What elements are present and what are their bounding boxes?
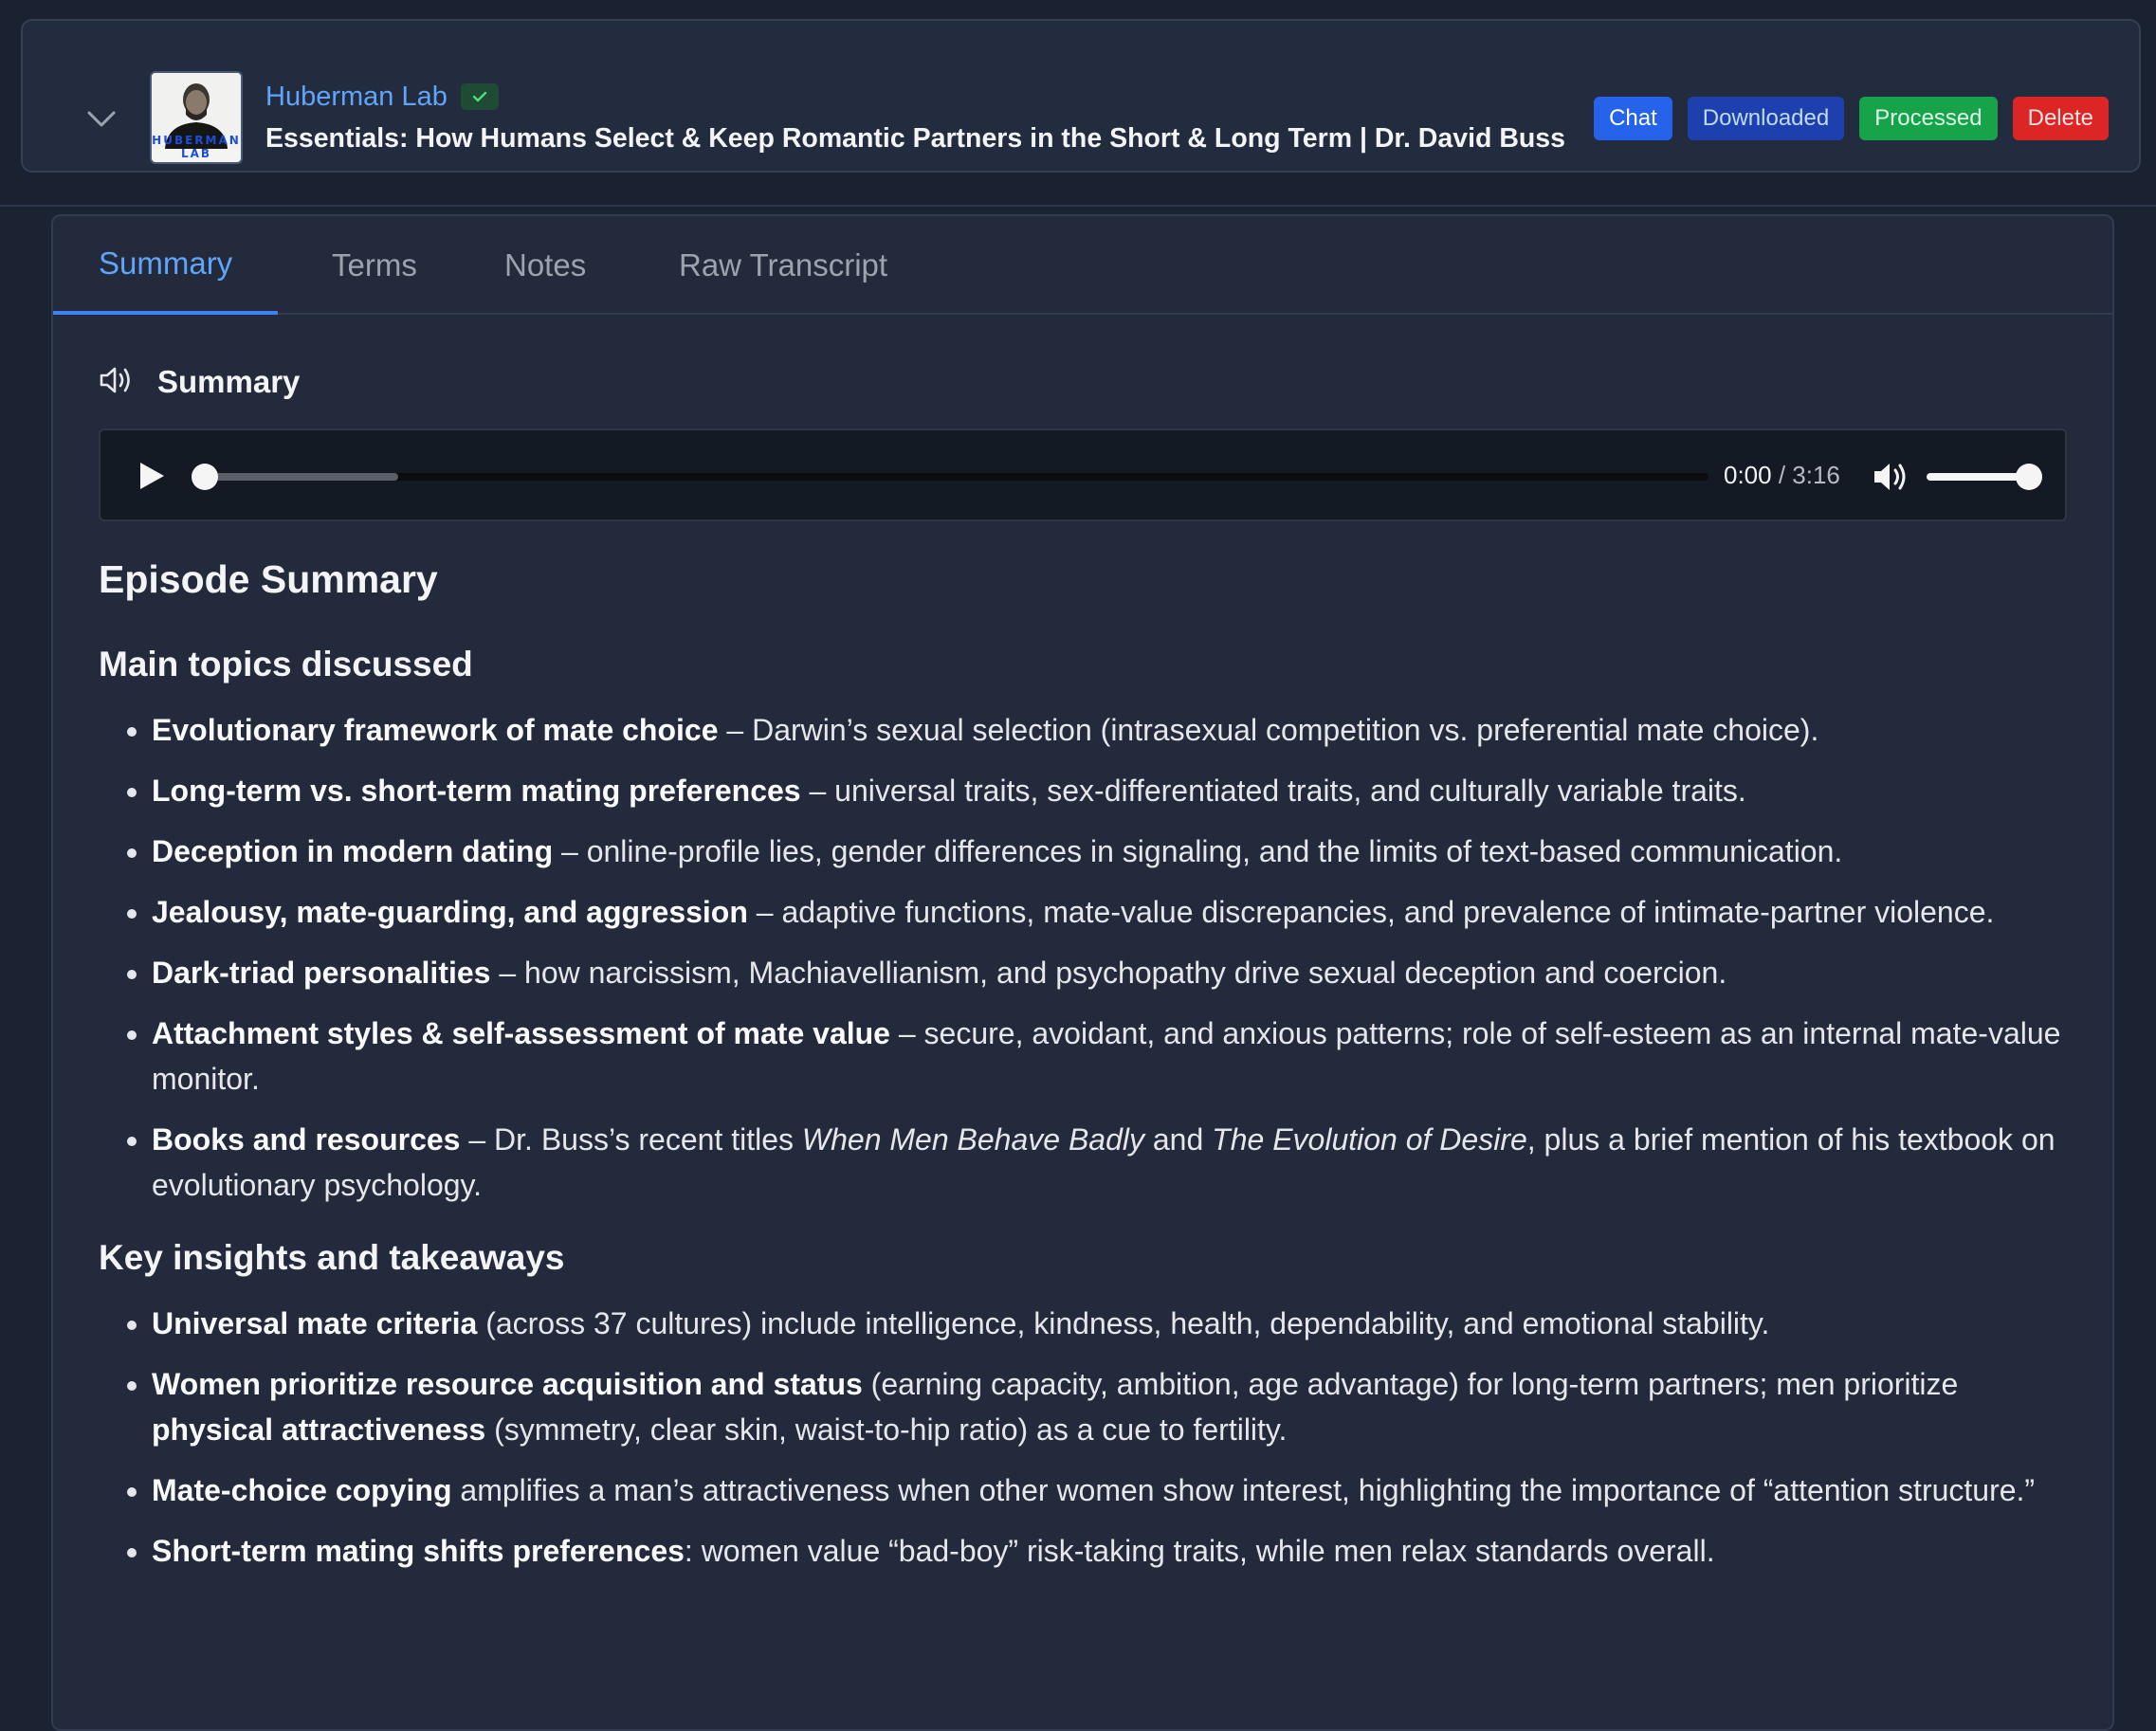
list-item: Attachment styles & self-assessment of m… xyxy=(152,1011,2080,1102)
divider xyxy=(0,205,2156,207)
seek-bar[interactable] xyxy=(203,473,1708,481)
play-icon[interactable] xyxy=(135,460,167,492)
topics-list: Evolutionary framework of mate choice – … xyxy=(99,707,2080,1208)
audio-player: 0:00 / 3:16 xyxy=(99,428,2067,521)
list-item: Short-term mating shifts preferences: wo… xyxy=(152,1528,2080,1574)
episode-actions: Chat Downloaded Processed Delete xyxy=(1594,97,2109,140)
tab-bar: Summary Terms Notes Raw Transcript xyxy=(53,216,2112,315)
summary-section-header: Summary xyxy=(99,358,300,406)
episode-header-card: HUBERMAN LAB Huberman Lab Essentials: Ho… xyxy=(21,19,2141,173)
channel-row: Huberman Lab xyxy=(265,78,499,116)
podcast-thumbnail: HUBERMAN LAB xyxy=(150,71,243,164)
time-readout: 0:00 / 3:16 xyxy=(1724,461,1840,490)
chat-button[interactable]: Chat xyxy=(1594,97,1672,140)
tab-raw-transcript[interactable]: Raw Transcript xyxy=(633,216,933,315)
speaker-icon[interactable] xyxy=(99,364,135,401)
volume-slider[interactable] xyxy=(1927,473,2029,481)
tab-terms[interactable]: Terms xyxy=(286,216,463,315)
processed-button[interactable]: Processed xyxy=(1859,97,1998,140)
list-item: Universal mate criteria (across 37 cultu… xyxy=(152,1301,2080,1346)
tab-notes[interactable]: Notes xyxy=(459,216,631,315)
delete-button[interactable]: Delete xyxy=(2012,97,2109,140)
key-insights-heading: Key insights and takeaways xyxy=(99,1238,565,1277)
list-item: Deception in modern dating – online-prof… xyxy=(152,829,2080,874)
list-item: Evolutionary framework of mate choice – … xyxy=(152,707,2080,753)
seek-handle[interactable] xyxy=(192,464,218,490)
volume-handle[interactable] xyxy=(2016,464,2042,490)
main-topics-heading: Main topics discussed xyxy=(99,645,473,683)
buffered-progress xyxy=(203,473,399,481)
chevron-down-icon[interactable] xyxy=(80,100,123,138)
thumbnail-text: HUBERMAN LAB xyxy=(152,134,241,160)
content-panel: Summary Terms Notes Raw Transcript Summa… xyxy=(51,214,2114,1731)
insights-list: Universal mate criteria (across 37 cultu… xyxy=(99,1301,2080,1574)
list-item: Jealousy, mate-guarding, and aggression … xyxy=(152,889,2080,935)
duration: 3:16 xyxy=(1792,461,1840,489)
episode-title: Essentials: How Humans Select & Keep Rom… xyxy=(265,123,1566,154)
section-title: Summary xyxy=(157,364,301,399)
channel-name-link[interactable]: Huberman Lab xyxy=(265,82,448,113)
time-separator: / xyxy=(1771,461,1793,489)
list-item: Dark-triad personalities – how narcissis… xyxy=(152,950,2080,995)
list-item: Books and resources – Dr. Buss’s recent … xyxy=(152,1117,2080,1208)
downloaded-button[interactable]: Downloaded xyxy=(1687,97,1845,140)
episode-summary-heading: Episode Summary xyxy=(99,557,438,601)
list-item: Women prioritize resource acquisition an… xyxy=(152,1361,2080,1452)
list-item: Mate-choice copying amplifies a man’s at… xyxy=(152,1467,2080,1513)
list-item: Long-term vs. short-term mating preferen… xyxy=(152,768,2080,813)
volume-icon[interactable] xyxy=(1872,459,1909,495)
verified-check-icon xyxy=(460,83,499,110)
summary-content: Episode Summary Main topics discussed Ev… xyxy=(99,554,2080,1589)
tab-summary[interactable]: Summary xyxy=(53,216,279,315)
current-time: 0:00 xyxy=(1724,461,1772,489)
